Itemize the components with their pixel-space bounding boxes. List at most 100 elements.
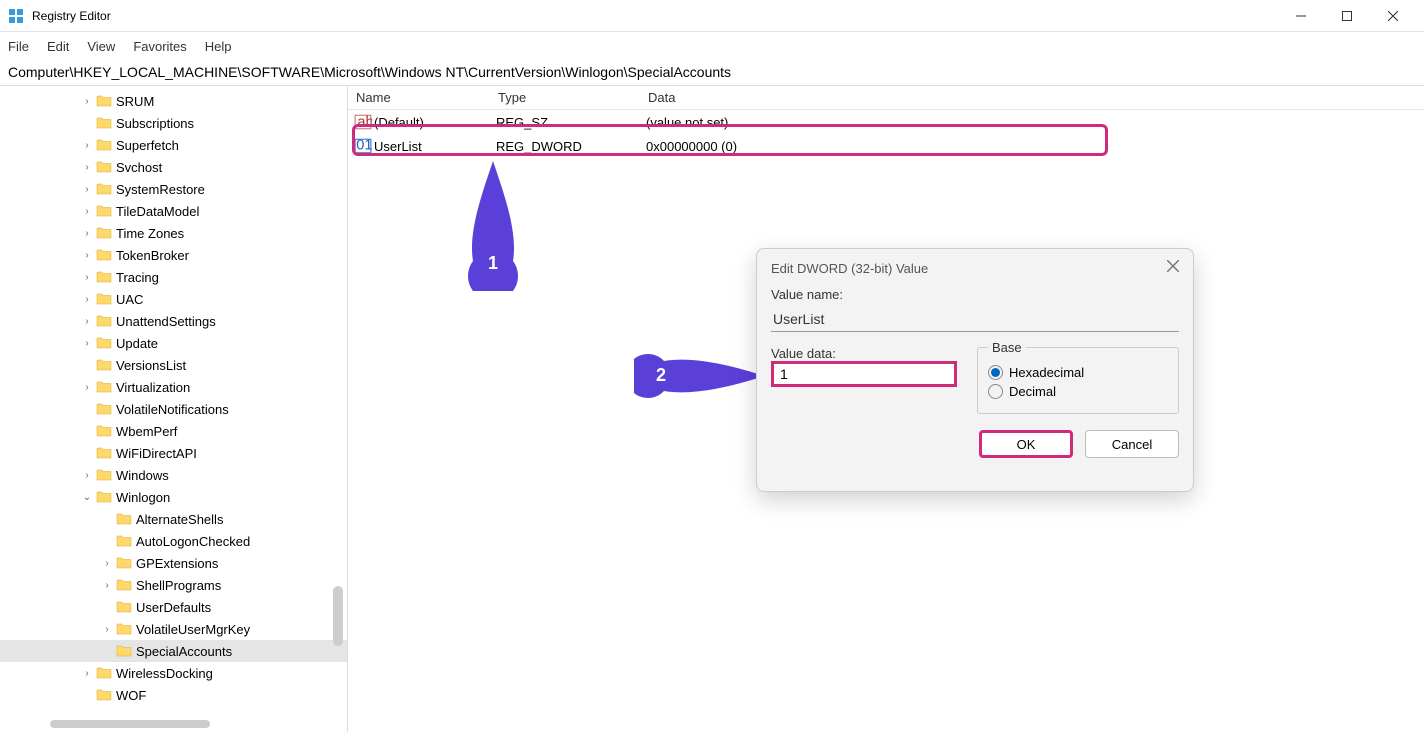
tree-pane: ›SRUMSubscriptions›Superfetch›Svchost›Sy… [0,86,348,732]
tree-item-wifidirectapi[interactable]: WiFiDirectAPI [0,442,347,464]
maximize-button[interactable] [1324,0,1370,32]
tree-item-versionslist[interactable]: VersionsList [0,354,347,376]
tree-item-systemrestore[interactable]: ›SystemRestore [0,178,347,200]
tree-item-uac[interactable]: ›UAC [0,288,347,310]
tree-item-label: Superfetch [116,138,179,153]
tree-item-label: Winlogon [116,490,170,505]
tree-item-label: VolatileNotifications [116,402,229,417]
tree-item-userdefaults[interactable]: UserDefaults [0,596,347,618]
svg-text:ab: ab [357,115,372,131]
tree-item-label: Subscriptions [116,116,194,131]
tree-item-wbemperf[interactable]: WbemPerf [0,420,347,442]
tree-item-volatileusermgrkey[interactable]: ›VolatileUserMgrKey [0,618,347,640]
folder-icon [116,533,132,549]
chevron-icon [80,446,94,460]
folder-icon [96,93,112,109]
radio-hexadecimal[interactable]: Hexadecimal [988,365,1168,380]
column-data[interactable]: Data [648,90,1424,105]
tree-item-autologonchecked[interactable]: AutoLogonChecked [0,530,347,552]
tree-item-label: Virtualization [116,380,190,395]
ok-button[interactable]: OK [979,430,1073,458]
tree-item-label: VersionsList [116,358,186,373]
chevron-icon: › [80,138,94,152]
tree-item-windows[interactable]: ›Windows [0,464,347,486]
tree-item-label: WOF [116,688,146,703]
menu-file[interactable]: File [8,39,29,54]
chevron-icon: › [80,94,94,108]
radio-icon [988,365,1003,380]
chevron-icon: › [80,160,94,174]
menu-help[interactable]: Help [205,39,232,54]
tree-item-label: WbemPerf [116,424,177,439]
tree-horizontal-scrollbar[interactable] [50,720,210,728]
folder-icon [96,115,112,131]
folder-icon [96,181,112,197]
registry-tree[interactable]: ›SRUMSubscriptions›Superfetch›Svchost›Sy… [0,90,347,706]
tree-item-superfetch[interactable]: › Superfetch [0,134,347,156]
chevron-icon [80,116,94,130]
value-row[interactable]: ab(Default)REG_SZ(value not set) [348,110,1424,134]
tree-item-label: SystemRestore [116,182,205,197]
cancel-button[interactable]: Cancel [1085,430,1179,458]
tree-item-tokenbroker[interactable]: › TokenBroker [0,244,347,266]
tree-item-volatilenotifications[interactable]: VolatileNotifications [0,398,347,420]
folder-icon [96,357,112,373]
value-type: REG_DWORD [496,139,646,154]
radio-decimal[interactable]: Decimal [988,384,1168,399]
tree-item-label: AutoLogonChecked [136,534,250,549]
window-title: Registry Editor [32,9,1278,23]
list-header: Name Type Data [348,86,1424,110]
menu-favorites[interactable]: Favorites [133,39,186,54]
value-name: (Default) [374,115,496,130]
tree-item-wirelessdocking[interactable]: ›WirelessDocking [0,662,347,684]
chevron-icon: ⌄ [80,490,94,504]
tree-item-wof[interactable]: WOF [0,684,347,706]
value-type: REG_SZ [496,115,646,130]
value-data-input[interactable] [771,361,957,387]
tree-item-tracing[interactable]: ›Tracing [0,266,347,288]
address-bar[interactable]: Computer\HKEY_LOCAL_MACHINE\SOFTWARE\Mic… [0,60,1424,86]
value-row[interactable]: 011UserListREG_DWORD0x00000000 (0) [348,134,1424,158]
folder-icon [116,599,132,615]
folder-icon [116,621,132,637]
tree-item-label: UAC [116,292,143,307]
folder-icon [96,467,112,483]
tree-item-srum[interactable]: ›SRUM [0,90,347,112]
tree-item-unattendsettings[interactable]: ›UnattendSettings [0,310,347,332]
chevron-icon [100,534,114,548]
column-name[interactable]: Name [348,90,498,105]
tree-item-svchost[interactable]: ›Svchost [0,156,347,178]
tree-item-winlogon[interactable]: ⌄ Winlogon [0,486,347,508]
tree-item-tiledatamodel[interactable]: ›TileDataModel [0,200,347,222]
tree-item-label: TokenBroker [116,248,189,263]
dialog-close-button[interactable] [1167,259,1179,277]
chevron-icon: › [80,248,94,262]
folder-icon [96,313,112,329]
tree-item-label: ShellPrograms [136,578,221,593]
column-type[interactable]: Type [498,90,648,105]
chevron-icon: › [80,468,94,482]
menu-edit[interactable]: Edit [47,39,69,54]
tree-item-gpextensions[interactable]: ›GPExtensions [0,552,347,574]
tree-item-update[interactable]: ›Update [0,332,347,354]
tree-item-subscriptions[interactable]: Subscriptions [0,112,347,134]
value-name-input[interactable] [771,306,1179,332]
dword-icon: 011 [354,137,372,155]
close-button[interactable] [1370,0,1416,32]
folder-icon [96,489,112,505]
tree-item-specialaccounts[interactable]: SpecialAccounts [0,640,347,662]
tree-item-time-zones[interactable]: ›Time Zones [0,222,347,244]
tree-item-shellprograms[interactable]: ›ShellPrograms [0,574,347,596]
minimize-button[interactable] [1278,0,1324,32]
tree-item-virtualization[interactable]: ›Virtualization [0,376,347,398]
value-data-label: Value data: [771,346,836,361]
tree-item-label: UserDefaults [136,600,211,615]
chevron-icon [100,644,114,658]
value-name-label: Value name: [771,287,843,302]
folder-icon [116,643,132,659]
tree-item-alternateshells[interactable]: AlternateShells [0,508,347,530]
tree-vertical-scrollbar[interactable] [333,586,343,646]
folder-icon [96,247,112,263]
menu-view[interactable]: View [87,39,115,54]
tree-item-label: VolatileUserMgrKey [136,622,250,637]
